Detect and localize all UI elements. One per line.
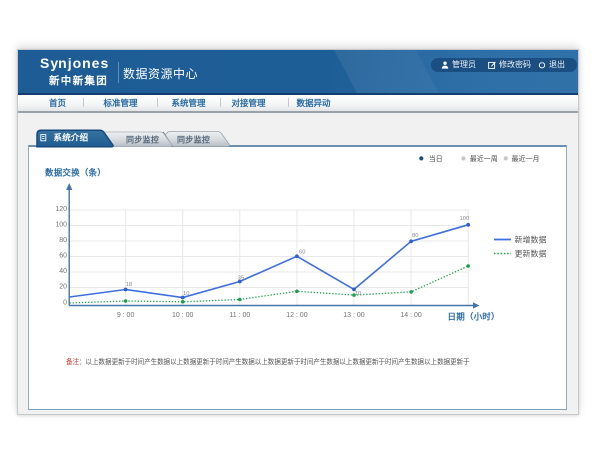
svg-text:0: 0 (63, 299, 67, 306)
svg-text:80: 80 (59, 237, 67, 244)
svg-text:40: 40 (59, 268, 67, 275)
svg-text:60: 60 (299, 250, 305, 256)
svg-text:系统介绍: 系统介绍 (54, 133, 89, 143)
svg-text:10 : 00: 10 : 00 (172, 312, 194, 319)
svg-text:新增数据: 新增数据 (515, 235, 547, 245)
svg-text:18: 18 (126, 282, 132, 288)
svg-text:120: 120 (55, 206, 67, 213)
svg-text:9 : 00: 9 : 00 (117, 312, 135, 319)
svg-text:10: 10 (355, 291, 361, 297)
svg-text:最近一周: 最近一周 (470, 154, 498, 163)
svg-text:当日: 当日 (429, 154, 443, 163)
svg-text:10: 10 (183, 291, 189, 297)
svg-text:数据交换（条）: 数据交换（条） (45, 168, 106, 178)
svg-text:13 : 00: 13 : 00 (343, 312, 365, 319)
svg-text:同步监控: 同步监控 (126, 134, 159, 144)
svg-text:14 : 00: 14 : 00 (400, 312, 422, 319)
svg-text:12 : 00: 12 : 00 (286, 312, 308, 319)
svg-text:最近一月: 最近一月 (512, 154, 540, 163)
svg-text:60: 60 (59, 253, 67, 260)
svg-text:更新数据: 更新数据 (515, 249, 547, 259)
svg-text:11 : 00: 11 : 00 (229, 312, 250, 319)
svg-text:100: 100 (55, 222, 67, 229)
svg-text:35: 35 (238, 276, 244, 282)
svg-text:100: 100 (460, 216, 470, 222)
svg-text:日期（小时）: 日期（小时） (448, 312, 500, 322)
svg-text:20: 20 (59, 284, 67, 291)
svg-text:同步监控: 同步监控 (177, 134, 210, 144)
svg-text:80: 80 (412, 233, 418, 239)
